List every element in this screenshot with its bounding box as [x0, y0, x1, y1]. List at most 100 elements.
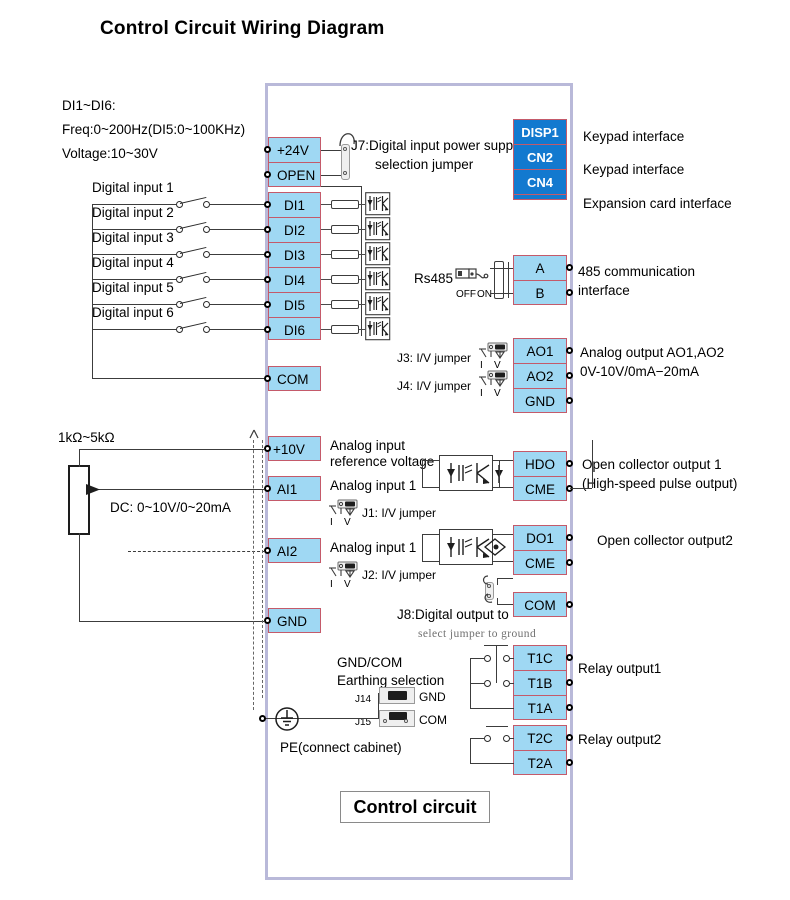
terminal-dot-ai2[interactable] — [264, 547, 271, 554]
terminal-hdo-cme-label: CME — [525, 482, 555, 497]
relay1-wire-c-left — [470, 658, 484, 659]
j8-note-line2: select jumper to ground — [418, 628, 537, 640]
terminal-dot-t1b[interactable] — [566, 679, 573, 686]
terminal-disp1-label: DISP1 — [521, 124, 559, 140]
j15-pin-1 — [383, 719, 387, 723]
rs485-label: Rs485 — [414, 271, 454, 286]
j4-iv-i-label: I — [480, 388, 483, 399]
j4-iv-v-label: V — [494, 388, 501, 399]
hdo-wire-in-link — [422, 460, 423, 487]
j3-jumper-label: J3: I/V jumper — [397, 351, 472, 365]
di-opto-lead-in — [321, 204, 331, 205]
terminal-dot-do-com[interactable] — [566, 601, 573, 608]
terminal-dot-ao-gnd[interactable] — [566, 397, 573, 404]
terminal-cn4-label: CN4 — [526, 174, 553, 190]
terminal-dot-a[interactable] — [566, 264, 573, 271]
terminal-do-com[interactable]: COM — [514, 593, 566, 618]
j8-jumper-loop-icon — [482, 575, 493, 603]
terminal-do1[interactable]: DO1 — [514, 526, 566, 551]
relay2-armature-h — [486, 726, 508, 727]
terminal-dot-do1[interactable] — [566, 534, 573, 541]
earth-ground-icon — [275, 707, 299, 731]
terminal-cn4[interactable]: CN4 — [514, 170, 566, 195]
disp1-description: Keypad interface — [583, 129, 685, 144]
relay2-common-h — [470, 763, 514, 764]
terminal-t1c[interactable]: T1C — [514, 646, 566, 671]
pe-junction-dot — [259, 715, 266, 722]
terminal-dot-t2c[interactable] — [566, 734, 573, 741]
terminal-dot-hdo[interactable] — [566, 460, 573, 467]
terminal-dot-ao1[interactable] — [566, 347, 573, 354]
ai1-description: Analog input 1 — [330, 478, 417, 493]
terminal-dot-t2a[interactable] — [566, 759, 573, 766]
rs485-description-line2: interface — [578, 283, 630, 298]
terminal-group-analog-output: AO1 AO2 GND — [513, 338, 567, 413]
wire-gnd — [79, 621, 265, 622]
terminal-a[interactable]: A — [514, 256, 566, 281]
terminal-t1b-label: T1B — [527, 675, 553, 691]
terminal-t2c[interactable]: T2C — [514, 726, 566, 751]
terminal-b[interactable]: B — [514, 281, 566, 306]
wire-10v — [79, 449, 265, 450]
terminal-ai1[interactable]: AI1 — [269, 477, 320, 502]
terminal-dot-ai-gnd[interactable] — [264, 617, 271, 624]
j1-iv-i-label: I — [330, 517, 333, 528]
di-optocoupler-icon — [365, 217, 391, 241]
terminal-disp1[interactable]: DISP1 — [514, 120, 566, 145]
terminal-dot-t1a[interactable] — [566, 704, 573, 711]
di-series-resistor — [331, 250, 359, 259]
j14-label: J14 — [355, 694, 372, 705]
wire-ai1 — [96, 489, 264, 490]
earthing-line1: GND/COM — [337, 655, 403, 670]
terminal-ao-gnd[interactable]: GND — [514, 389, 566, 414]
terminal-t1a-label: T1A — [527, 701, 553, 716]
hdo-optocoupler-icon — [447, 463, 503, 484]
terminal-group-ai-gnd: GND — [268, 608, 321, 633]
terminal-ao2[interactable]: AO2 — [514, 364, 566, 389]
terminal-group-do-com: COM — [513, 592, 567, 617]
terminal-group-relay1: T1C T1B T1A — [513, 645, 567, 720]
terminal-cn2[interactable]: CN2 — [514, 145, 566, 170]
terminal-t1a[interactable]: T1A — [514, 696, 566, 721]
terminal-b-label: B — [535, 286, 545, 301]
di-series-resistor — [331, 300, 359, 309]
terminal-dot-t1c[interactable] — [566, 654, 573, 661]
terminal-do1-cme[interactable]: CME — [514, 551, 566, 576]
cn2-description: Keypad interface — [583, 162, 685, 177]
control-circuit-caption: Control circuit — [340, 791, 490, 823]
terminal-dot-ao2[interactable] — [566, 372, 573, 379]
terminal-ai2[interactable]: AI2 — [269, 539, 320, 564]
relay2-common-v — [470, 738, 471, 763]
rs485-wire-a — [490, 268, 513, 269]
relay1-wire-b-left — [470, 683, 484, 684]
j2-jumper-label: J2: I/V jumper — [362, 568, 437, 582]
di-series-resistor — [331, 225, 359, 234]
terminal-dot-b[interactable] — [566, 289, 573, 296]
hdo-wire-in-bottom — [422, 487, 440, 488]
terminal-10v[interactable]: +10V — [269, 437, 320, 462]
relay1-contact-c-dot2 — [503, 655, 510, 662]
wire-ai2-dashed — [128, 551, 265, 552]
terminal-ai-gnd[interactable]: GND — [269, 609, 320, 634]
relay2-wire-c-right — [510, 738, 514, 739]
di-series-resistor — [331, 325, 359, 334]
terminal-a-label: A — [535, 260, 545, 276]
terminal-dot-ai1[interactable] — [264, 485, 271, 492]
di-optocoupler-icon — [365, 267, 391, 291]
terminal-hdo[interactable]: HDO — [514, 452, 566, 477]
terminal-ao2-label: AO2 — [526, 368, 554, 384]
terminal-t1b[interactable]: T1B — [514, 671, 566, 696]
terminal-dot-10v[interactable] — [264, 445, 271, 452]
terminal-t2a[interactable]: T2A — [514, 751, 566, 776]
do1-wire-in-link — [422, 534, 423, 561]
terminal-ao1[interactable]: AO1 — [514, 339, 566, 364]
analog-in-ref-line2: reference voltage — [330, 454, 435, 469]
terminal-hdo-cme[interactable]: CME — [514, 477, 566, 502]
j1-jumper-label: J1: I/V jumper — [362, 506, 437, 520]
pe-label: PE(connect cabinet) — [280, 740, 402, 755]
terminal-dot-do1-cme[interactable] — [566, 559, 573, 566]
pe-to-jumper-wire — [300, 718, 379, 719]
terminal-ao-gnd-label: GND — [525, 394, 555, 409]
j15-pin-2 — [404, 719, 408, 723]
di-opto-lead-in — [321, 279, 331, 280]
